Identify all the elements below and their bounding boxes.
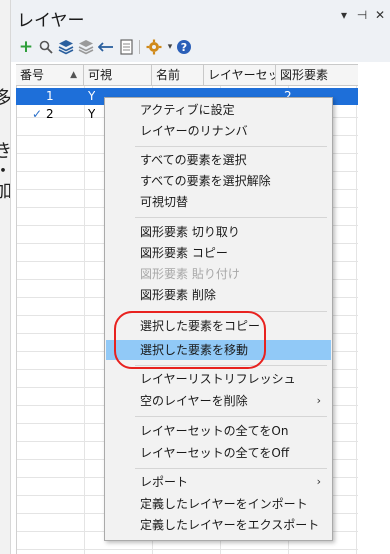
row-visible: Y [88,107,96,121]
column-header-layer-set[interactable]: レイヤーセッ... [204,65,276,86]
submenu-arrow-icon: › [316,394,321,407]
column-header-label: 番号 [20,68,45,82]
column-header-visible[interactable]: 可視 [84,65,152,86]
pin-icon[interactable]: ⊣ [355,8,369,22]
menu-item-copy-selected-elements[interactable]: 選択した要素をコピー [106,316,331,336]
table-header: 番号 ▲ 可視 名前 レイヤーセッ... 図形要素 [16,64,358,86]
menu-separator [135,416,327,417]
panel-toolbar: + ▾ ? [11,34,390,62]
row-number: 1 [46,89,54,103]
submenu-arrow-icon: › [316,475,321,488]
menu-item-delete-elements[interactable]: 図形要素 削除 [106,285,331,305]
row-number: 2 [46,107,54,121]
help-icon[interactable]: ? [175,38,193,56]
toolbar-separator [139,40,140,54]
add-icon[interactable]: + [17,38,35,56]
menu-separator [135,217,327,218]
menu-item-label: 空のレイヤーを削除 [140,394,248,408]
menu-item-export-layers[interactable]: 定義したレイヤーをエクスポート [106,515,331,535]
menu-separator [135,311,327,312]
menu-item-cut-elements[interactable]: 図形要素 切り取り [106,222,331,242]
column-header-number[interactable]: 番号 ▲ [16,65,84,86]
row-visible: Y [88,89,96,103]
menu-item-import-layers[interactable]: 定義したレイヤーをインポート [106,494,331,514]
column-header-elements[interactable]: 図形要素 [276,65,358,86]
menu-item-label: レポート [140,475,189,489]
svg-text:?: ? [181,41,187,54]
layers-gray-icon[interactable] [77,38,95,56]
search-icon[interactable] [37,38,55,56]
undo-arrow-icon[interactable] [97,38,115,56]
background-document-strip: 多 き ・ 加 [0,0,12,554]
panel-titlebar: レイヤー ▾ ⊣ ✕ [11,0,390,34]
menu-separator [135,468,327,469]
menu-separator [135,146,327,147]
active-check-icon: ✓ [32,107,43,121]
menu-separator [135,365,327,366]
menu-item-renumber-layers[interactable]: レイヤーのリナンバ [106,121,331,141]
menu-item-report[interactable]: レポート › [106,472,331,492]
menu-item-select-all-elements[interactable]: すべての要素を選択 [106,150,331,170]
panel-title: レイヤー [17,11,85,31]
close-icon[interactable]: ✕ [373,8,387,22]
layers-blue-icon[interactable] [57,38,75,56]
menu-item-delete-empty-layers[interactable]: 空のレイヤーを削除 › [106,391,331,411]
menu-item-copy-elements[interactable]: 図形要素 コピー [106,243,331,263]
menu-item-refresh-layer-list[interactable]: レイヤーリストリフレッシュ [106,369,331,389]
panel-menu-dropdown-icon[interactable]: ▾ [337,8,351,22]
column-header-name[interactable]: 名前 [152,65,204,86]
menu-item-set-active[interactable]: アクティブに設定 [106,100,331,120]
menu-item-layer-set-all-on[interactable]: レイヤーセットの全てをOn [106,421,331,441]
menu-item-deselect-all-elements[interactable]: すべての要素を選択解除 [106,171,331,191]
document-icon[interactable] [117,38,135,56]
menu-item-layer-set-all-off[interactable]: レイヤーセットの全てをOff [106,443,331,463]
menu-item-toggle-visibility[interactable]: 可視切替 [106,192,331,212]
context-menu: アクティブに設定 レイヤーのリナンバ すべての要素を選択 すべての要素を選択解除… [104,97,333,541]
sort-ascending-icon: ▲ [70,70,77,80]
menu-item-paste-elements: 図形要素 貼り付け [140,267,240,281]
menu-item-move-selected-elements[interactable]: 選択した要素を移動 [106,340,331,360]
